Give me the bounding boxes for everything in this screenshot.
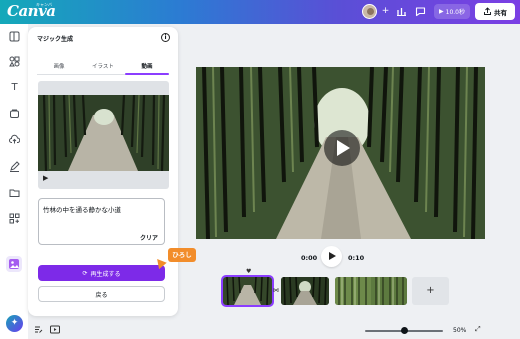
upload-icon[interactable] xyxy=(9,134,21,145)
add-collaborator-icon[interactable]: + xyxy=(378,4,393,19)
comment-icon-svg xyxy=(415,7,426,17)
canvas-video[interactable] xyxy=(196,67,485,239)
magic-media-icon[interactable] xyxy=(6,256,22,272)
user-avatar[interactable] xyxy=(362,4,377,19)
zoom-slider-handle[interactable] xyxy=(401,327,408,334)
notes-icon-svg xyxy=(35,326,43,333)
canva-logo-sub: キャンバ xyxy=(36,2,52,7)
magic-media-icon-svg xyxy=(9,259,19,269)
collaborator-name-tag: ひろし xyxy=(168,248,196,262)
preview-play-button[interactable]: ▶ 10.0秒 xyxy=(434,4,470,19)
media-type-tabs: 画像 イラスト 動画 xyxy=(37,61,169,75)
fullscreen-icon[interactable]: ⤢ xyxy=(475,325,481,334)
generated-video-preview[interactable]: ▶ xyxy=(38,81,169,189)
info-icon[interactable]: i xyxy=(161,33,170,42)
chart-icon[interactable] xyxy=(394,4,409,19)
timeline-play-button[interactable] xyxy=(321,246,342,267)
regenerate-label: 再生成する xyxy=(90,270,121,278)
active-tab-indicator xyxy=(125,73,169,75)
video-timeline-icon[interactable] xyxy=(50,325,60,336)
folder-icon[interactable] xyxy=(9,187,20,198)
preview-play-icon[interactable]: ▶ xyxy=(43,174,48,182)
video-timeline-icon-svg xyxy=(50,325,60,334)
clip-2-thumbnail xyxy=(281,277,329,305)
clear-button[interactable]: クリア xyxy=(140,233,158,242)
bamboo-path-thumbnail xyxy=(38,95,169,171)
back-button[interactable]: 戻る xyxy=(38,286,165,302)
apps-icon[interactable] xyxy=(9,213,20,224)
layout-icon-svg xyxy=(9,31,20,42)
brand-icon[interactable] xyxy=(9,108,20,119)
magic-media-panel: マジック生成 i 画像 イラスト 動画 ▶ 竹林の中を通る静かな小道 クリア ⟳… xyxy=(28,27,178,316)
brand-icon-svg xyxy=(10,109,19,118)
layout-icon[interactable] xyxy=(9,31,20,42)
folder-icon-svg xyxy=(9,189,20,197)
add-clip-button[interactable]: + xyxy=(412,277,449,305)
tab-illustration[interactable]: イラスト xyxy=(81,62,125,70)
tab-image[interactable]: 画像 xyxy=(37,62,81,70)
prompt-text: 竹林の中を通る静かな小道 xyxy=(43,206,121,214)
refresh-icon: ⟳ xyxy=(82,269,88,277)
prompt-input[interactable]: 竹林の中を通る静かな小道 クリア xyxy=(38,198,165,245)
draw-icon[interactable] xyxy=(9,161,20,172)
transition-link-icon[interactable]: ⋈ xyxy=(273,287,279,294)
text-icon[interactable]: T xyxy=(9,82,20,93)
top-toolbar: Canva キャンバ + ▶ 10.0秒 共有 xyxy=(0,0,520,24)
timeline-clip-2[interactable] xyxy=(281,277,329,305)
play-duration: 10.0秒 xyxy=(445,9,465,16)
regenerate-button[interactable]: ⟳ 再生成する xyxy=(38,265,165,281)
timeline-clip-3[interactable] xyxy=(335,277,407,305)
play-icon: ▶ xyxy=(439,8,444,15)
share-label: 共有 xyxy=(494,8,507,17)
zoom-level: 50% xyxy=(453,327,467,334)
clip-3-thumbnail xyxy=(335,277,407,305)
draw-icon-svg xyxy=(10,161,20,172)
elements-icon[interactable] xyxy=(9,56,20,67)
playhead-icon[interactable]: ♥ xyxy=(246,268,251,275)
chart-icon-svg xyxy=(397,8,406,16)
left-sidebar: T ✦ xyxy=(0,24,28,339)
apps-icon-svg xyxy=(9,213,20,224)
notes-icon[interactable] xyxy=(34,325,43,336)
share-upload-icon xyxy=(484,7,491,15)
timeline-clip-1[interactable] xyxy=(221,275,274,307)
clip-1-thumbnail xyxy=(223,277,272,305)
comment-icon[interactable] xyxy=(413,4,428,19)
panel-title: マジック生成 xyxy=(37,36,74,43)
current-time: 0:00 xyxy=(301,254,318,262)
magic-assistant-icon[interactable]: ✦ xyxy=(6,315,23,332)
tab-video[interactable]: 動画 xyxy=(125,62,169,70)
share-button[interactable]: 共有 xyxy=(475,3,515,20)
video-play-button[interactable] xyxy=(324,130,360,166)
upload-icon-svg xyxy=(9,134,21,144)
total-time: 0:10 xyxy=(348,254,365,262)
elements-icon-svg xyxy=(9,56,20,67)
